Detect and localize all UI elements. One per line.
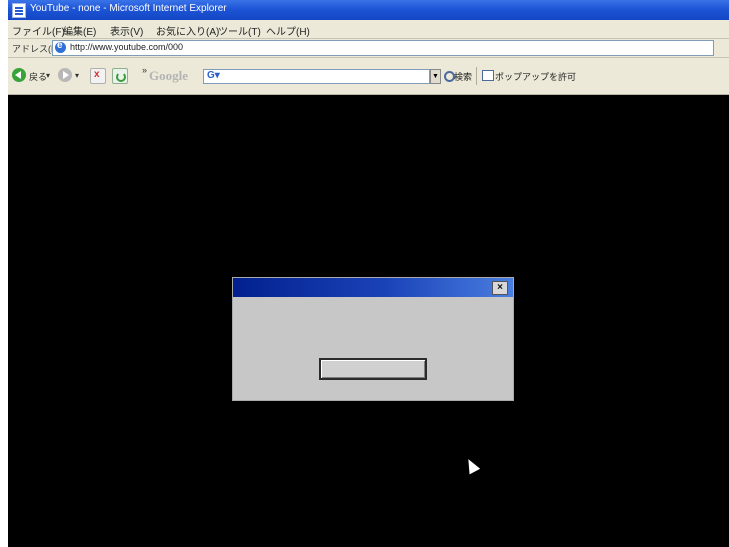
search-button-label[interactable]: 検索 [454, 70, 472, 83]
address-bar: アドレス(D) http://www.youtube.com/000 [8, 39, 729, 58]
menu-favorites[interactable]: お気に入り(A) [156, 23, 219, 38]
address-url: http://www.youtube.com/000 [70, 42, 184, 52]
back-dropdown-icon[interactable]: ▾ [46, 71, 50, 80]
google-logo: Google [149, 68, 188, 83]
title-bar[interactable]: YouTube - none - Microsoft Internet Expl… [8, 0, 729, 20]
stop-icon[interactable] [90, 68, 106, 84]
forward-arrow-icon[interactable] [58, 68, 72, 82]
toolbar-chevron[interactable]: » [142, 65, 147, 75]
popup-allow-label[interactable]: ポップアップを許可 [495, 70, 576, 83]
google-search-input[interactable]: G▾ [203, 69, 430, 84]
dialog-title-bar[interactable]: × [233, 278, 513, 297]
toolbar-separator [476, 67, 477, 85]
ie-icon [55, 40, 66, 53]
address-input[interactable]: http://www.youtube.com/000 [52, 40, 714, 56]
menu-bar: ファイル(F) 編集(E) 表示(V) お気に入り(A) ツール(T) ヘルプ(… [8, 20, 729, 39]
popup-blocker-icon[interactable] [482, 70, 494, 81]
refresh-icon[interactable] [112, 68, 128, 84]
menu-help[interactable]: ヘルプ(H) [266, 23, 310, 38]
menu-view[interactable]: 表示(V) [110, 23, 143, 38]
menu-edit[interactable]: 編集(E) [63, 23, 96, 38]
dialog-box: × [232, 277, 514, 401]
close-icon[interactable]: × [492, 281, 508, 295]
back-button-label[interactable]: 戻る [29, 70, 47, 83]
browser-window: YouTube - none - Microsoft Internet Expl… [8, 0, 729, 547]
forward-dropdown-icon[interactable]: ▾ [75, 71, 79, 80]
google-box-dropdown[interactable]: ▼ [430, 69, 441, 84]
back-arrow-icon[interactable] [12, 68, 26, 82]
toolbar: 戻る ▾ ▾ » Google G▾ ▼ 検索 ポップアップを許可 [8, 58, 729, 95]
window-title: YouTube - none - Microsoft Internet Expl… [30, 3, 227, 14]
menu-file[interactable]: ファイル(F) [12, 23, 65, 38]
page-content: × [8, 95, 729, 547]
google-box-text: G▾ [207, 70, 220, 81]
page-icon [12, 3, 26, 18]
menu-tools[interactable]: ツール(T) [218, 23, 261, 38]
dialog-button[interactable] [319, 358, 427, 380]
